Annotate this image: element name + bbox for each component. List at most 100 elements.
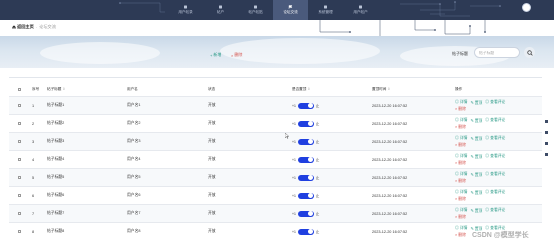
detail-link[interactable]: ◎ 详情 [455,190,467,196]
row-title: 帖子标题4 [47,157,65,161]
nav-item-5[interactable]: 用户帖户 [343,0,378,20]
row-title: 帖子标题8 [47,229,65,233]
top-toggle[interactable] [297,174,314,181]
nav-item-1[interactable]: 帖户 [203,0,238,20]
delete-link[interactable]: × 删除 [455,161,537,166]
row-title: 帖子标题6 [47,193,65,197]
row-status: 开放 [208,157,216,161]
row-user: 用户名1 [127,103,141,107]
detail-link[interactable]: ◎ 详情 [455,226,467,232]
top-toggle[interactable] [297,210,314,217]
top-toggle[interactable] [297,102,314,109]
table-row: 4 帖子标题4 用户名4 开放 +1 止 2023-12-20 16:07:52… [9,150,542,168]
row-checkbox[interactable] [18,230,21,233]
delete-link[interactable]: × 删除 [455,215,537,220]
detail-link[interactable]: ◎ 详情 [455,208,467,214]
view-comments-link[interactable]: ◎ 查看评论 [485,100,505,106]
toggle-knob [308,103,314,108]
toggle-knob [308,121,314,126]
row-actions: ◎ 详情 ✎ 置顶 ◎ 查看评论 × 删除 [455,190,537,202]
toggle-right-label: 止 [315,194,320,198]
pin-top-link[interactable]: ✎ 置顶 [470,172,482,178]
nav-item-label: 用户帖户 [353,10,368,14]
select-all-checkbox[interactable] [18,87,21,91]
right-edge-markers [545,120,548,164]
x-icon: × [231,52,234,58]
nav-item-3[interactable]: 论坛交流 [273,0,308,20]
row-no: 8 [32,229,35,234]
menu-icon [254,5,257,9]
row-actions: ◎ 详情 ✎ 置顶 ◎ 查看评论 × 删除 [455,100,537,112]
detail-link[interactable]: ◎ 详情 [455,100,467,106]
top-toggle[interactable] [297,192,314,199]
search-button[interactable] [524,47,535,58]
detail-link[interactable]: ◎ 详情 [455,118,467,124]
pin-top-link[interactable]: ✎ 置顶 [470,154,482,160]
pin-top-link[interactable]: ✎ 置顶 [470,190,482,196]
delete-link[interactable]: × 删除 [455,125,537,130]
row-actions: ◎ 详情 ✎ 置顶 ◎ 查看评论 × 删除 [455,118,537,130]
pin-top-link[interactable]: ✎ 置顶 [470,100,482,106]
row-checkbox[interactable] [18,140,21,143]
top-toggle[interactable] [297,138,314,145]
view-comments-link[interactable]: ◎ 查看评论 [485,118,505,124]
top-toggle[interactable] [297,156,314,163]
table-row: 8 帖子标题8 用户名8 开放 +1 止 2023-12-20 16:07:52… [9,222,542,240]
row-top-toggle-group: +1 止 [292,120,319,127]
header-time[interactable]: 置顶时间⇕ [372,87,390,92]
home-icon [12,25,16,29]
pin-top-link[interactable]: ✎ 置顶 [470,208,482,214]
menu-icon [359,5,362,9]
top-toggle[interactable] [297,120,314,127]
toggle-left-label: +1 [292,121,296,126]
detail-link[interactable]: ◎ 详情 [455,136,467,142]
cloud-shape [40,42,160,64]
header-top[interactable]: 是否置顶 ⇕ [292,87,310,92]
toggle-left-label: +1 [292,229,296,234]
menu-icon [219,5,222,9]
row-time: 2023-12-20 16:07:52 [372,175,408,180]
top-toggle[interactable] [297,228,314,235]
row-checkbox[interactable] [18,212,21,215]
toggle-left-label: +1 [292,103,296,108]
view-comments-link[interactable]: ◎ 查看评论 [485,208,505,214]
pin-top-link[interactable]: ✎ 置顶 [470,136,482,142]
row-user: 用户名8 [127,229,141,233]
view-comments-link[interactable]: ◎ 查看评论 [485,190,505,196]
view-comments-link[interactable]: ◎ 查看评论 [485,172,505,178]
row-no: 4 [32,157,35,162]
header-status: 状态 [208,86,216,91]
breadcrumb-home-link[interactable]: 返回主页 [17,24,34,30]
add-button[interactable]: + 新增 [210,52,221,58]
header-user: 用户名 [127,86,138,91]
row-status: 开放 [208,121,216,125]
search-input[interactable] [474,47,520,58]
detail-link[interactable]: ◎ 详情 [455,154,467,160]
menu-icon [324,5,327,9]
nav-item-2[interactable]: 帖户帖贴 [238,0,273,20]
watermark: CSDN @模型学长 [472,232,529,239]
row-checkbox[interactable] [18,176,21,179]
user-avatar[interactable] [522,3,531,12]
row-checkbox[interactable] [18,158,21,161]
mouse-cursor-icon [285,133,289,139]
row-time: 2023-12-20 16:07:52 [372,139,408,144]
view-comments-link[interactable]: ◎ 查看评论 [485,154,505,160]
detail-link[interactable]: ◎ 详情 [455,172,467,178]
delete-link[interactable]: × 删除 [455,143,537,148]
row-checkbox[interactable] [18,122,21,125]
pin-top-link[interactable]: ✎ 置顶 [470,118,482,124]
nav-item-label: 帖户 [216,10,225,14]
top-navigation-bar: 用户帖录 帖户 帖户帖贴 论坛交流 系统管理 用户帖户 [0,0,554,20]
row-checkbox[interactable] [18,104,21,107]
sky-banner [0,36,554,68]
delete-link[interactable]: × 删除 [455,107,537,112]
delete-link[interactable]: × 删除 [455,197,537,202]
nav-item-4[interactable]: 系统管理 [308,0,343,20]
delete-link[interactable]: × 删除 [455,179,537,184]
delete-button[interactable]: × 删除 [231,52,242,58]
header-title[interactable]: 帖子标题⇕ [47,87,65,92]
nav-item-0[interactable]: 用户帖录 [168,0,203,20]
row-checkbox[interactable] [18,194,21,197]
view-comments-link[interactable]: ◎ 查看评论 [485,136,505,142]
